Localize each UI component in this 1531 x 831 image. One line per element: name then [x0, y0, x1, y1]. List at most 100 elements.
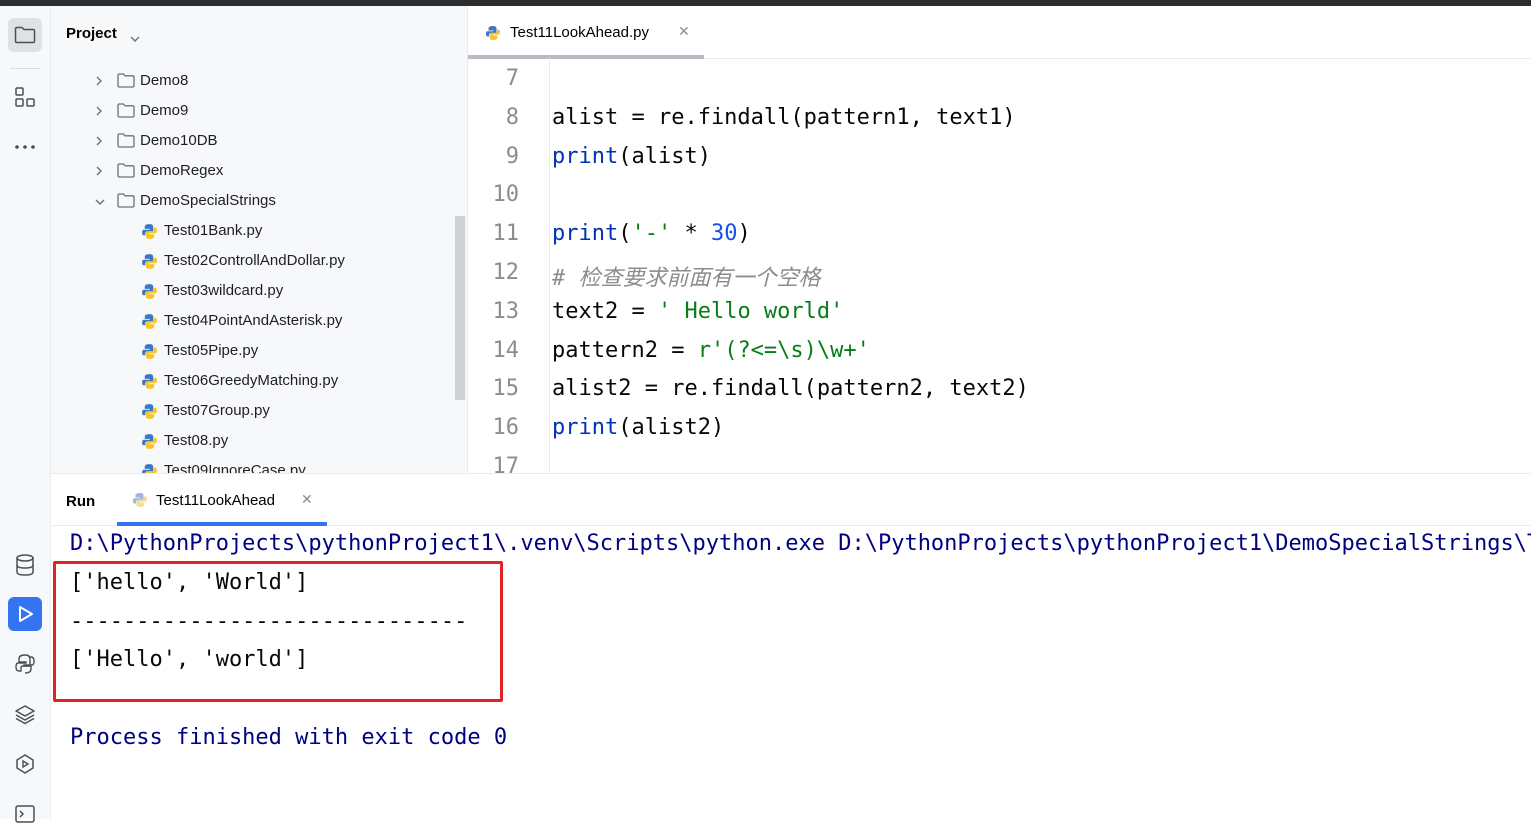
layers-icon[interactable]: [8, 697, 42, 731]
services-icon[interactable]: [8, 747, 42, 781]
tree-file[interactable]: Test03wildcard.py: [51, 276, 451, 306]
python-console-icon[interactable]: [8, 647, 42, 681]
line-number: 9: [505, 143, 519, 169]
console-line: ['hello', 'World']: [70, 569, 309, 595]
more-icon[interactable]: [8, 130, 42, 164]
chevron-right-icon[interactable]: [94, 134, 104, 151]
close-icon[interactable]: ✕: [678, 24, 690, 40]
tree-file[interactable]: Test08.py: [51, 426, 451, 456]
project-scrollbar[interactable]: [455, 216, 465, 400]
tree-item-label: Test04PointAndAsterisk.py: [164, 312, 343, 329]
folder-icon[interactable]: [8, 18, 42, 52]
tree-folder[interactable]: Demo9: [51, 96, 451, 126]
run-tab-label: Test11LookAhead: [156, 492, 275, 509]
code-text: alist = re.findall(pattern1, text1): [552, 104, 1016, 130]
close-icon[interactable]: ✕: [301, 492, 313, 508]
tree-folder[interactable]: Demo10DB: [51, 126, 451, 156]
tree-item-label: Demo9: [140, 102, 189, 119]
code-text: print('-' * 30): [552, 221, 751, 247]
tree-item-label: Test09IgnoreCase.py: [164, 462, 306, 473]
tree-folder[interactable]: DemoSpecialStrings: [51, 186, 451, 216]
code-text: text2 = ' Hello world': [552, 298, 844, 324]
tree-file[interactable]: Test01Bank.py: [51, 216, 451, 246]
tree-file[interactable]: Test09IgnoreCase.py: [51, 456, 451, 473]
tree-item-label: Test05Pipe.py: [164, 342, 259, 359]
tree-file[interactable]: Test06GreedyMatching.py: [51, 366, 451, 396]
code-text: print(alist2): [552, 415, 725, 441]
line-number: 17: [492, 454, 520, 473]
tree-file[interactable]: Test07Group.py: [51, 396, 451, 426]
tree-item-label: DemoSpecialStrings: [140, 192, 276, 209]
tree-item-label: DemoRegex: [140, 162, 224, 179]
line-number: 11: [492, 221, 520, 247]
console-line: Process finished with exit code 0: [70, 725, 508, 750]
line-number: 14: [492, 337, 520, 363]
folder-icon: [117, 163, 135, 182]
folder-icon: [117, 73, 135, 92]
code-line: 17: [468, 448, 1531, 473]
code-line: 10: [468, 176, 1531, 215]
terminal-icon[interactable]: [8, 797, 42, 831]
editor-tab-bar: Test11LookAhead.py ✕: [468, 6, 1531, 59]
chevron-down-icon[interactable]: [94, 194, 106, 211]
folder-icon: [117, 193, 135, 212]
python-file-icon: [141, 433, 158, 454]
tree-file[interactable]: Test02ControllAndDollar.py: [51, 246, 451, 276]
code-line: 13 text2 = ' Hello world': [468, 293, 1531, 332]
code-line: 14 pattern2 = r'(?<=\s)\w+': [468, 332, 1531, 371]
tool-window-strip: [0, 6, 51, 823]
database-icon[interactable]: [8, 548, 42, 582]
project-title[interactable]: Project: [66, 25, 117, 42]
console-line: ------------------------------: [70, 608, 468, 634]
tree-item-label: Demo8: [140, 72, 189, 89]
line-number: 12: [492, 260, 520, 285]
chevron-down-icon[interactable]: [129, 28, 141, 47]
tree-item-label: Test06GreedyMatching.py: [164, 372, 339, 389]
chevron-right-icon[interactable]: [94, 104, 104, 121]
code-line: 11 print('-' * 30): [468, 215, 1531, 254]
python-file-icon: [141, 463, 158, 473]
code-line: 9 print(alist): [468, 138, 1531, 177]
python-file-icon: [141, 403, 158, 424]
code-text: alist2 = re.findall(pattern2, text2): [552, 376, 1029, 402]
folder-icon: [117, 103, 135, 122]
editor-tab[interactable]: Test11LookAhead.py ✕: [468, 6, 704, 59]
chevron-right-icon[interactable]: [94, 164, 104, 181]
python-file-icon: [141, 373, 158, 394]
code-text: print(alist): [552, 143, 711, 169]
console-output[interactable]: D:\PythonProjects\pythonProject1\.venv\S…: [51, 526, 1531, 820]
python-file-icon: [485, 25, 501, 45]
tree-folder[interactable]: DemoRegex: [51, 156, 451, 186]
line-number: 7: [505, 66, 519, 91]
tree-item-label: Demo10DB: [140, 132, 218, 149]
tree-file[interactable]: Test04PointAndAsterisk.py: [51, 306, 451, 336]
editor-panel: Test11LookAhead.py ✕ 7 8 alist = re.findal…: [468, 6, 1531, 473]
code-line: 7: [468, 60, 1531, 99]
console-line: ['Hello', 'world']: [70, 647, 309, 673]
line-number: 15: [492, 376, 520, 402]
code-line: 15 alist2 = re.findall(pattern2, text2): [468, 370, 1531, 409]
structure-icon[interactable]: [8, 80, 42, 114]
code-line: 16 print(alist2): [468, 409, 1531, 448]
tree-item-label: Test03wildcard.py: [164, 282, 284, 299]
tree-folder[interactable]: Demo8: [51, 66, 451, 96]
chevron-right-icon[interactable]: [94, 74, 104, 91]
python-run-icon: [132, 492, 148, 512]
python-file-icon: [141, 253, 158, 274]
tree-file[interactable]: Test05Pipe.py: [51, 336, 451, 366]
run-icon[interactable]: [8, 597, 42, 631]
line-number: 13: [492, 298, 520, 324]
code-line: 8 alist = re.findall(pattern1, text1): [468, 99, 1531, 138]
tree-item-label: Test07Group.py: [164, 402, 270, 419]
run-tab[interactable]: Test11LookAhead ✕: [117, 474, 327, 526]
run-header: Run Test11LookAhead ✕: [51, 474, 1531, 526]
python-file-icon: [141, 313, 158, 334]
code-area[interactable]: 7 8 alist = re.findall(pattern1, text1) 9 pr…: [468, 58, 1531, 473]
line-number: 8: [505, 104, 519, 130]
python-file-icon: [141, 283, 158, 304]
folder-icon: [117, 133, 135, 152]
line-number: 10: [492, 182, 520, 208]
editor-tab-label: Test11LookAhead.py: [510, 24, 649, 41]
tree-item-label: Test01Bank.py: [164, 222, 263, 239]
run-title: Run: [66, 493, 96, 510]
